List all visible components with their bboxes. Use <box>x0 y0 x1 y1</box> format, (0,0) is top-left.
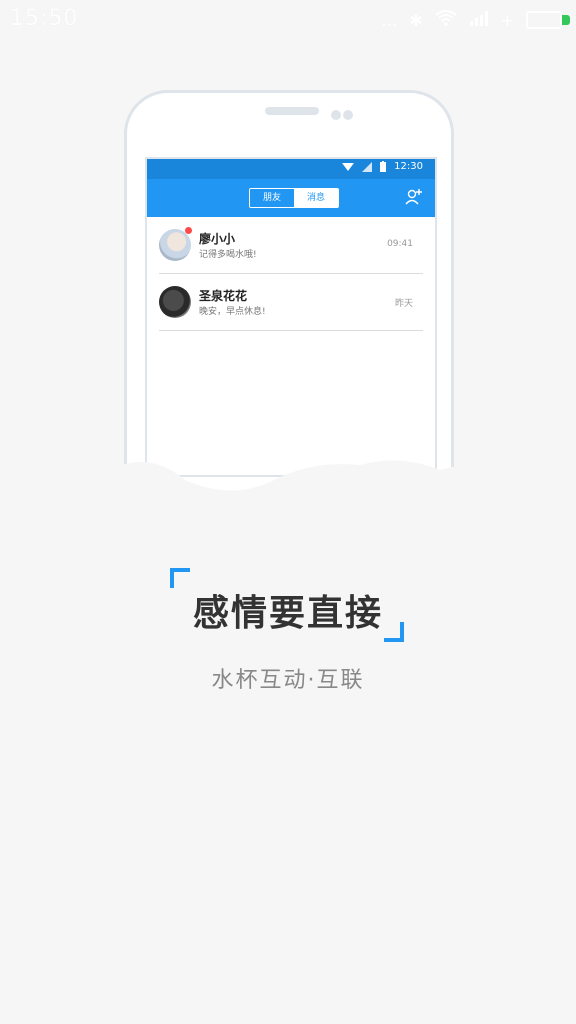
avatar <box>159 229 191 261</box>
battery-icon <box>380 161 387 172</box>
system-time: 15:50 <box>10 6 79 31</box>
unread-badge <box>185 227 192 234</box>
system-icons: … ✱ + <box>381 10 570 30</box>
tab-friends[interactable]: 朋友 <box>250 189 294 207</box>
app-status-bar: 12:30 <box>147 159 435 179</box>
app-header: 朋友 消息 <box>147 179 435 217</box>
system-status-bar: 15:50 … ✱ + <box>0 0 576 40</box>
bluetooth-icon: ✱ <box>409 10 423 30</box>
message-preview: 记得多喝水哦! <box>199 250 257 260</box>
signal-dots-icon: … <box>381 10 398 30</box>
phone-speaker <box>265 107 319 115</box>
contact-name: 圣泉花花 <box>199 289 248 303</box>
contact-name: 廖小小 <box>199 232 236 246</box>
tab-messages[interactable]: 消息 <box>294 189 338 207</box>
headline: 感情要直接 <box>192 593 383 634</box>
message-time: 昨天 <box>394 299 413 309</box>
avatar <box>159 286 191 318</box>
wifi-icon <box>434 10 457 30</box>
add-friend-icon[interactable] <box>405 188 423 206</box>
phone-camera <box>331 110 341 120</box>
message-time: 09:41 <box>387 239 413 249</box>
wifi-icon <box>342 162 355 171</box>
app-status-time: 12:30 <box>394 161 423 172</box>
cell-signal-icon <box>362 161 373 172</box>
bracket-bottom-right <box>384 622 404 642</box>
battery-icon <box>526 11 570 29</box>
phone-sensor <box>343 110 353 120</box>
subline: 水杯互动·互联 <box>211 668 365 693</box>
message-row[interactable]: 廖小小 记得多喝水哦! 09:41 <box>159 217 423 274</box>
charging-icon: + <box>500 10 514 30</box>
cell-signal-icon <box>469 10 489 30</box>
cloud-decoration <box>0 456 576 550</box>
segmented-tabs: 朋友 消息 <box>249 188 339 208</box>
message-preview: 晚安，早点休息! <box>199 307 266 317</box>
message-row[interactable]: 圣泉花花 晚安，早点休息! 昨天 <box>159 274 423 331</box>
phone-screen: 12:30 朋友 消息 廖小小 记得多喝水哦! 09:41 圣泉花花 晚安，早点 <box>145 157 437 477</box>
